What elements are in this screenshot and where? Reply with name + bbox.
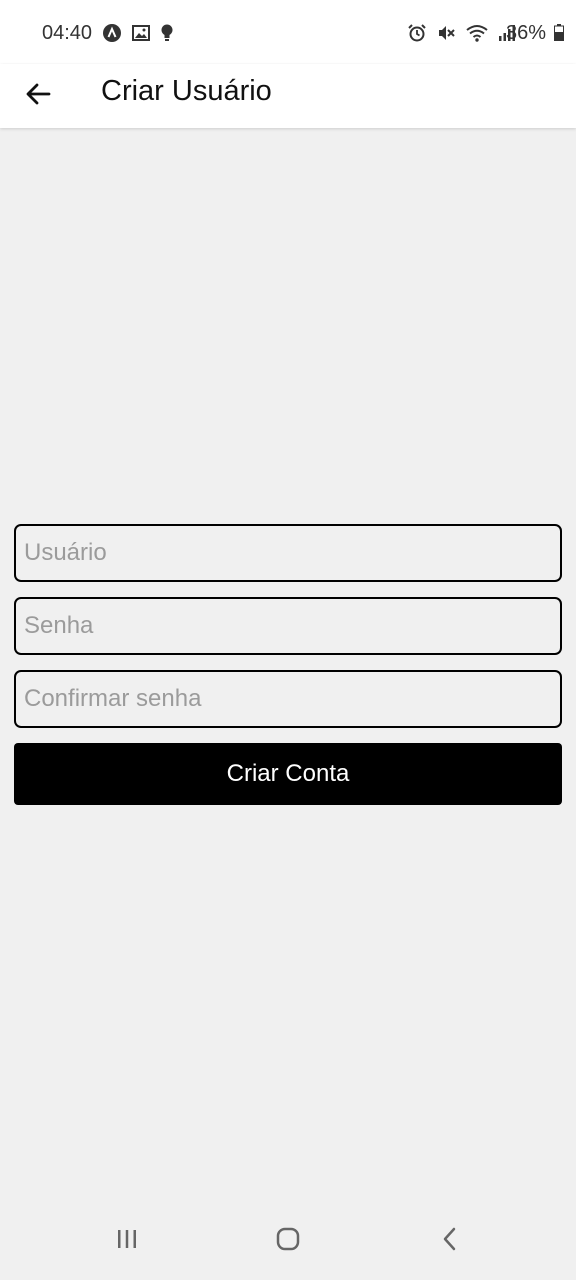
confirm-password-field[interactable]	[14, 670, 562, 728]
status-left-icons	[102, 23, 174, 48]
status-time: 04:40	[42, 22, 93, 44]
navigation-bar	[0, 1210, 576, 1280]
image-icon	[132, 24, 150, 47]
page-title: Criar Usuário	[101, 75, 272, 107]
status-bar: 04:40 36%	[0, 0, 576, 64]
nav-back-button[interactable]	[430, 1226, 470, 1256]
bulb-icon	[160, 23, 174, 48]
username-field[interactable]	[14, 524, 562, 582]
wifi-icon	[465, 23, 489, 48]
app-bar: Criar Usuário	[0, 64, 576, 128]
create-account-button[interactable]: Criar Conta	[14, 743, 562, 805]
status-right-icons	[407, 23, 516, 48]
password-field[interactable]	[14, 597, 562, 655]
back-button[interactable]	[18, 72, 58, 120]
alarm-icon	[407, 23, 427, 48]
home-button[interactable]	[268, 1226, 308, 1256]
mute-icon	[436, 23, 456, 48]
a-icon	[102, 23, 122, 48]
recents-icon	[116, 1228, 138, 1255]
back-icon	[440, 1227, 460, 1256]
create-user-form: Criar Conta	[14, 524, 562, 805]
recents-button[interactable]	[107, 1226, 147, 1256]
battery-text: 36%	[505, 22, 546, 44]
home-icon	[276, 1227, 300, 1256]
arrow-left-icon	[24, 80, 52, 113]
battery-icon	[554, 24, 564, 41]
